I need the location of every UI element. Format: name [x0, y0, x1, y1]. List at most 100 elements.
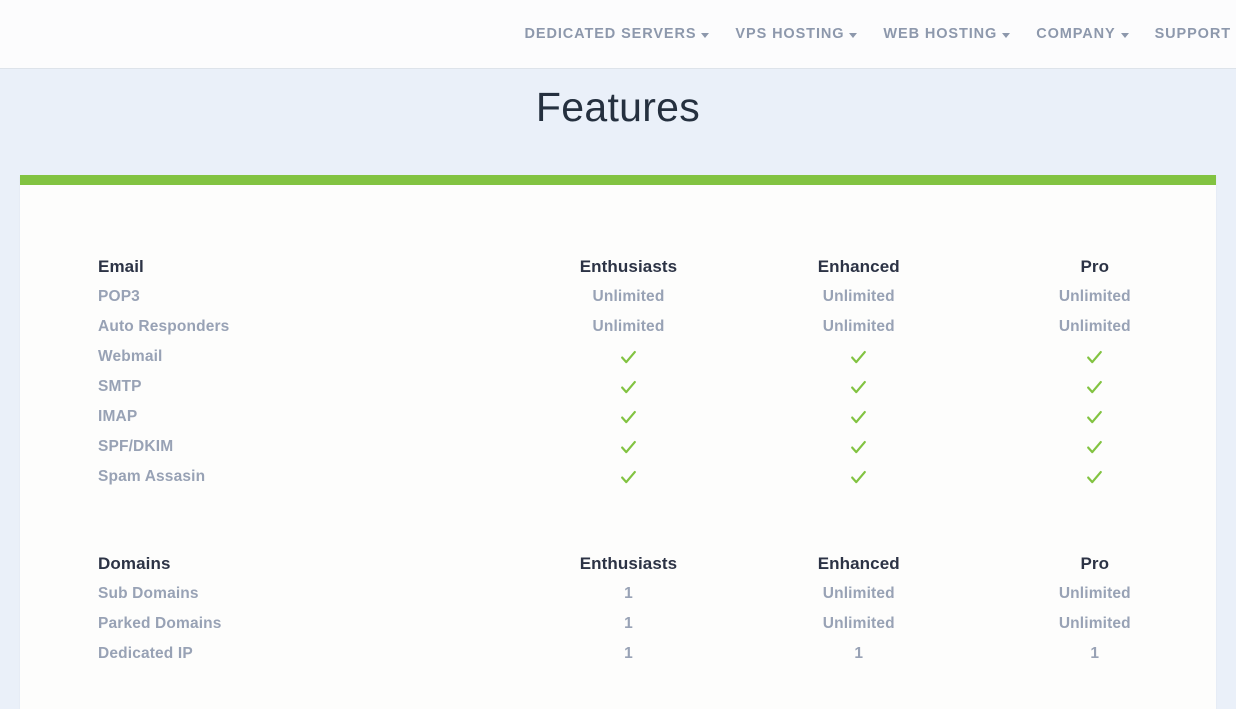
feature-label: Auto Responders: [98, 318, 230, 336]
feature-label: Sub Domains: [98, 585, 199, 603]
feature-value: 1: [854, 645, 864, 663]
check-icon: [974, 342, 1216, 372]
features-table: Email Enthusiasts Enhanced Pro POP3 Unlimited…: [20, 185, 1216, 669]
table-row: Spam Assasin: [20, 462, 1216, 492]
nav-item-label: DEDICATED SERVERS: [524, 26, 697, 42]
feature-label: Spam Assasin: [98, 468, 206, 486]
feature-value: 1: [624, 585, 633, 603]
feature-value: Unlimited: [592, 318, 665, 336]
section-header-row: Email Enthusiasts Enhanced Pro: [20, 247, 1216, 282]
check-icon: [1086, 409, 1103, 426]
feature-label: Dedicated IP: [98, 645, 193, 663]
feature-label: Webmail: [98, 348, 163, 366]
plan-column-header-pro: Pro: [1080, 554, 1110, 574]
check-icon: [1086, 349, 1103, 366]
feature-value: 1: [1090, 645, 1100, 663]
feature-value: 1: [624, 615, 633, 633]
feature-value: Unlimited: [1058, 318, 1131, 336]
table-row: Webmail: [20, 342, 1216, 372]
check-icon: [744, 402, 974, 432]
main-navbar: DEDICATED SERVERS VPS HOSTING WEB HOSTING C…: [0, 0, 1236, 69]
feature-label: POP3: [98, 288, 140, 306]
check-icon: [744, 432, 974, 462]
plan-column-header-enthusiasts: Enthusiasts: [579, 554, 678, 574]
section-title: Domains: [98, 554, 171, 574]
features-table-body: Email Enthusiasts Enhanced Pro POP3 Unlimited…: [20, 185, 1216, 669]
feature-value: Unlimited: [822, 585, 895, 603]
feature-value: Unlimited: [822, 288, 895, 306]
plan-column-header-pro: Pro: [1080, 257, 1110, 277]
check-icon: [744, 372, 974, 402]
page-title: Features: [535, 84, 701, 130]
check-icon: [1086, 379, 1103, 396]
table-row: Parked Domains 1 Unlimited Unlimited: [20, 609, 1216, 639]
feature-value: Unlimited: [1058, 585, 1131, 603]
spacer-cell: [20, 185, 1216, 247]
feature-value: Unlimited: [822, 615, 895, 633]
feature-label: SPF/DKIM: [98, 438, 174, 456]
check-icon: [620, 379, 637, 396]
check-icon: [620, 469, 637, 486]
check-icon: [974, 462, 1216, 492]
nav-item-label: SUPPORT: [1154, 26, 1231, 42]
section-title: Email: [98, 257, 144, 277]
chevron-down-icon: [849, 32, 858, 38]
features-card: Email Enthusiasts Enhanced Pro POP3 Unlimited…: [20, 175, 1216, 709]
check-icon: [850, 439, 867, 456]
feature-value: Unlimited: [592, 288, 665, 306]
check-icon: [1086, 469, 1103, 486]
chevron-down-icon: [701, 32, 710, 38]
nav-item-support[interactable]: SUPPORT: [1142, 0, 1236, 68]
table-row: IMAP: [20, 402, 1216, 432]
check-icon: [620, 439, 637, 456]
feature-value: Unlimited: [822, 318, 895, 336]
table-row: SMTP: [20, 372, 1216, 402]
check-icon: [974, 402, 1216, 432]
check-icon: [513, 342, 744, 372]
check-icon: [513, 462, 744, 492]
feature-value: Unlimited: [1058, 615, 1131, 633]
check-icon: [850, 469, 867, 486]
nav-item-label: COMPANY: [1036, 26, 1116, 42]
check-icon: [744, 342, 974, 372]
table-row: POP3 Unlimited Unlimited Unlimited: [20, 282, 1216, 312]
nav-item-label: VPS HOSTING: [735, 26, 845, 42]
check-icon: [620, 409, 637, 426]
check-icon: [513, 372, 744, 402]
feature-label: IMAP: [98, 408, 138, 426]
chevron-down-icon: [1120, 32, 1129, 38]
nav-item-vps-hosting[interactable]: VPS HOSTING: [722, 0, 870, 68]
check-icon: [850, 409, 867, 426]
check-icon: [513, 432, 744, 462]
feature-value: Unlimited: [1058, 288, 1131, 306]
table-row: SPF/DKIM: [20, 432, 1216, 462]
spacer-cell: [20, 492, 1216, 544]
nav-item-company[interactable]: COMPANY: [1023, 0, 1141, 68]
check-icon: [620, 349, 637, 366]
check-icon: [974, 372, 1216, 402]
feature-label: Parked Domains: [98, 615, 222, 633]
feature-value: 1: [624, 645, 633, 663]
plan-column-header-enthusiasts: Enthusiasts: [579, 257, 678, 277]
section-spacer: [20, 492, 1216, 544]
features-card-wrapper: Email Enthusiasts Enhanced Pro POP3 Unlimited…: [0, 175, 1236, 709]
plan-column-header-enhanced: Enhanced: [817, 554, 900, 574]
table-row: Dedicated IP 1 1 1: [20, 639, 1216, 669]
check-icon: [1086, 439, 1103, 456]
chevron-down-icon: [1002, 32, 1011, 38]
check-icon: [974, 432, 1216, 462]
plan-column-header-enhanced: Enhanced: [817, 257, 900, 277]
feature-label: SMTP: [98, 378, 142, 396]
table-row: Auto Responders Unlimited Unlimited Unlimit…: [20, 312, 1216, 342]
check-icon: [513, 402, 744, 432]
table-top-spacer: [20, 185, 1216, 247]
check-icon: [744, 462, 974, 492]
nav-item-web-hosting[interactable]: WEB HOSTING: [870, 0, 1023, 68]
nav-item-label: WEB HOSTING: [883, 26, 998, 42]
section-header-row: Domains Enthusiasts Enhanced Pro: [20, 544, 1216, 579]
nav-list: DEDICATED SERVERS VPS HOSTING WEB HOSTING C…: [512, 0, 1236, 68]
table-row: Sub Domains 1 Unlimited Unlimited: [20, 579, 1216, 609]
nav-item-dedicated-servers[interactable]: DEDICATED SERVERS: [512, 0, 723, 68]
check-icon: [850, 349, 867, 366]
check-icon: [850, 379, 867, 396]
